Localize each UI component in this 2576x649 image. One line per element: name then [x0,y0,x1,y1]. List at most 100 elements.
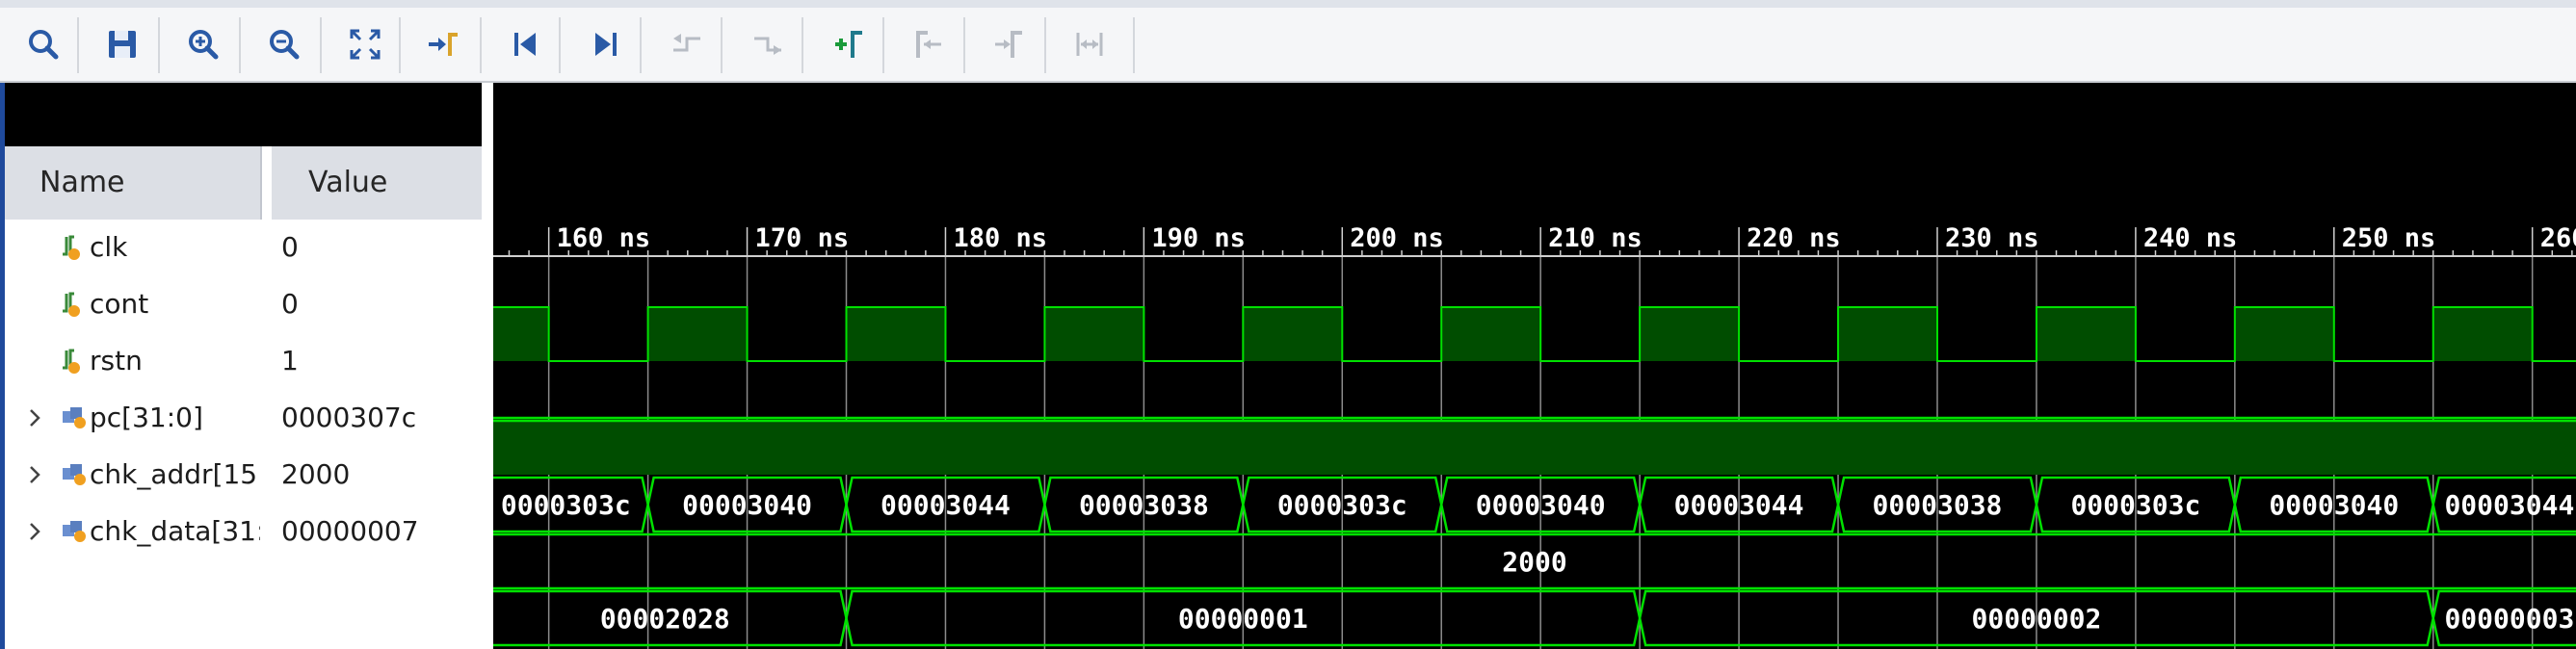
clk-high-fill [2432,307,2533,361]
chk-data-value-label: 00002028 [600,603,730,635]
chk-data-value-label: 00000001 [1178,603,1308,635]
go-to-last-time-button[interactable] [578,19,634,69]
bit-signal-icon [61,233,88,262]
go-to-last-time-icon [595,33,617,56]
pc-value-label: 0000303c [1277,489,1407,521]
clk-high-fill [2036,307,2136,361]
expand-chevron-icon[interactable] [26,521,43,542]
toolbar-separator [963,17,965,73]
time-label: 250 ns [2342,223,2436,253]
swap-cursors-button[interactable] [1062,19,1117,69]
bus-signal-icon [61,517,88,546]
signal-list-header: Name Value [5,146,486,220]
zoom-out-button[interactable] [256,19,312,69]
clk-high-fill [2234,307,2334,361]
column-divider[interactable] [260,146,272,649]
go-to-cursor-icon [429,33,458,56]
panel-splitter[interactable] [482,83,493,649]
bus-signal-icon [61,403,88,432]
bus-signal-icon [61,460,88,489]
clk-high-fill [1044,307,1144,361]
pc-value-label: 00003038 [1079,489,1209,521]
pc-value-label: 00003040 [682,489,812,521]
signal-row-cont[interactable]: cont [5,276,260,333]
rstn-high-fill [493,421,2576,475]
zoom-fit-button[interactable] [337,19,393,69]
toolbar-separator [239,17,241,73]
clk-high-fill [1243,307,1343,361]
clk-high-fill [846,307,946,361]
expand-chevron-icon[interactable] [26,407,43,428]
pc-value-label: 00003044 [1674,489,1804,521]
previous-marker-button[interactable] [902,19,958,69]
toolbar-separator [640,17,642,73]
search-icon [29,30,59,60]
go-to-cursor-button[interactable] [416,19,472,69]
zoom-in-button[interactable] [175,19,231,69]
toolbar-separator [480,17,482,73]
toolbar-separator [882,17,884,73]
time-label: 190 ns [1151,223,1246,253]
previous-marker-icon [916,31,941,58]
chk-addr-value-label: 2000 [1502,546,1566,578]
signal-value-row: 00000007 [272,504,482,560]
signal-name: pc[31:0] [90,402,203,433]
signal-name: rstn [90,345,143,376]
time-label: 240 ns [2143,223,2238,253]
zoom-fit-icon [350,29,381,60]
signal-row-pc[interactable]: pc[31:0] [5,390,260,447]
time-label: 160 ns [557,223,651,253]
wave-toolbar [0,8,2576,83]
bit-signal-icon [61,347,88,376]
signal-row-clk[interactable]: clk [5,220,260,276]
signal-value-row: 2000 [272,447,482,504]
toolbar-separator [320,17,322,73]
waveform-canvas[interactable]: 160 ns 170 ns 180 ns 190 ns 200 ns 210 ns 220 … [493,83,2576,649]
expand-chevron-icon[interactable] [26,464,43,485]
time-label: 260 ns [2540,223,2576,253]
search-button[interactable] [15,19,71,69]
signal-value-row: 0000307c [272,390,482,447]
pc-value-label: 0000303c [501,489,631,521]
add-marker-button[interactable] [821,19,877,69]
pc-value-label: 00003040 [2269,489,2399,521]
signal-value-pane: 0 0 1 0000307c 2000 00000007 [272,220,482,649]
add-marker-icon [835,31,862,58]
next-marker-button[interactable] [981,19,1037,69]
save-icon [109,31,136,58]
signal-name: cont [90,288,149,320]
names-header-spacer [5,83,486,146]
signal-value: 0000307c [281,402,417,433]
previous-transition-button[interactable] [659,19,715,69]
signal-value-row: 1 [272,333,482,390]
window-top-strip [0,0,2576,8]
toolbar-separator [1044,17,1046,73]
toolbar-separator [1133,17,1135,73]
signal-name: chk_data[31:0] [90,515,260,547]
previous-transition-icon [673,34,700,52]
signal-name: clk [90,231,128,263]
time-label: 230 ns [1945,223,2039,253]
signal-value-row: 0 [272,220,482,276]
value-column-header[interactable]: Value [308,166,387,199]
signal-name-pane: clk cont rstn pc[31:0] chk_addr[15:0] chk_dat… [5,220,260,649]
signal-row-chk_data[interactable]: chk_data[31:0] [5,504,260,560]
signal-value: 2000 [281,458,351,490]
go-to-time-0-button[interactable] [497,19,553,69]
pc-value-label: 00003040 [1476,489,1606,521]
clk-high-fill [1441,307,1541,361]
save-button[interactable] [94,19,150,69]
signal-value-row: 0 [272,276,482,333]
pc-value-label: 00003044 [881,489,1011,521]
next-marker-icon [995,31,1022,58]
next-transition-button[interactable] [740,19,796,69]
toolbar-separator [399,17,401,73]
zoom-out-icon [270,30,300,60]
name-column-header[interactable]: Name [39,166,125,199]
time-label: 170 ns [755,223,850,253]
signal-row-rstn[interactable]: rstn [5,333,260,390]
signal-value: 1 [281,345,299,376]
signal-value: 0 [281,288,299,320]
pc-value-label: 00003038 [1873,489,2003,521]
signal-row-chk_addr[interactable]: chk_addr[15:0] [5,447,260,504]
